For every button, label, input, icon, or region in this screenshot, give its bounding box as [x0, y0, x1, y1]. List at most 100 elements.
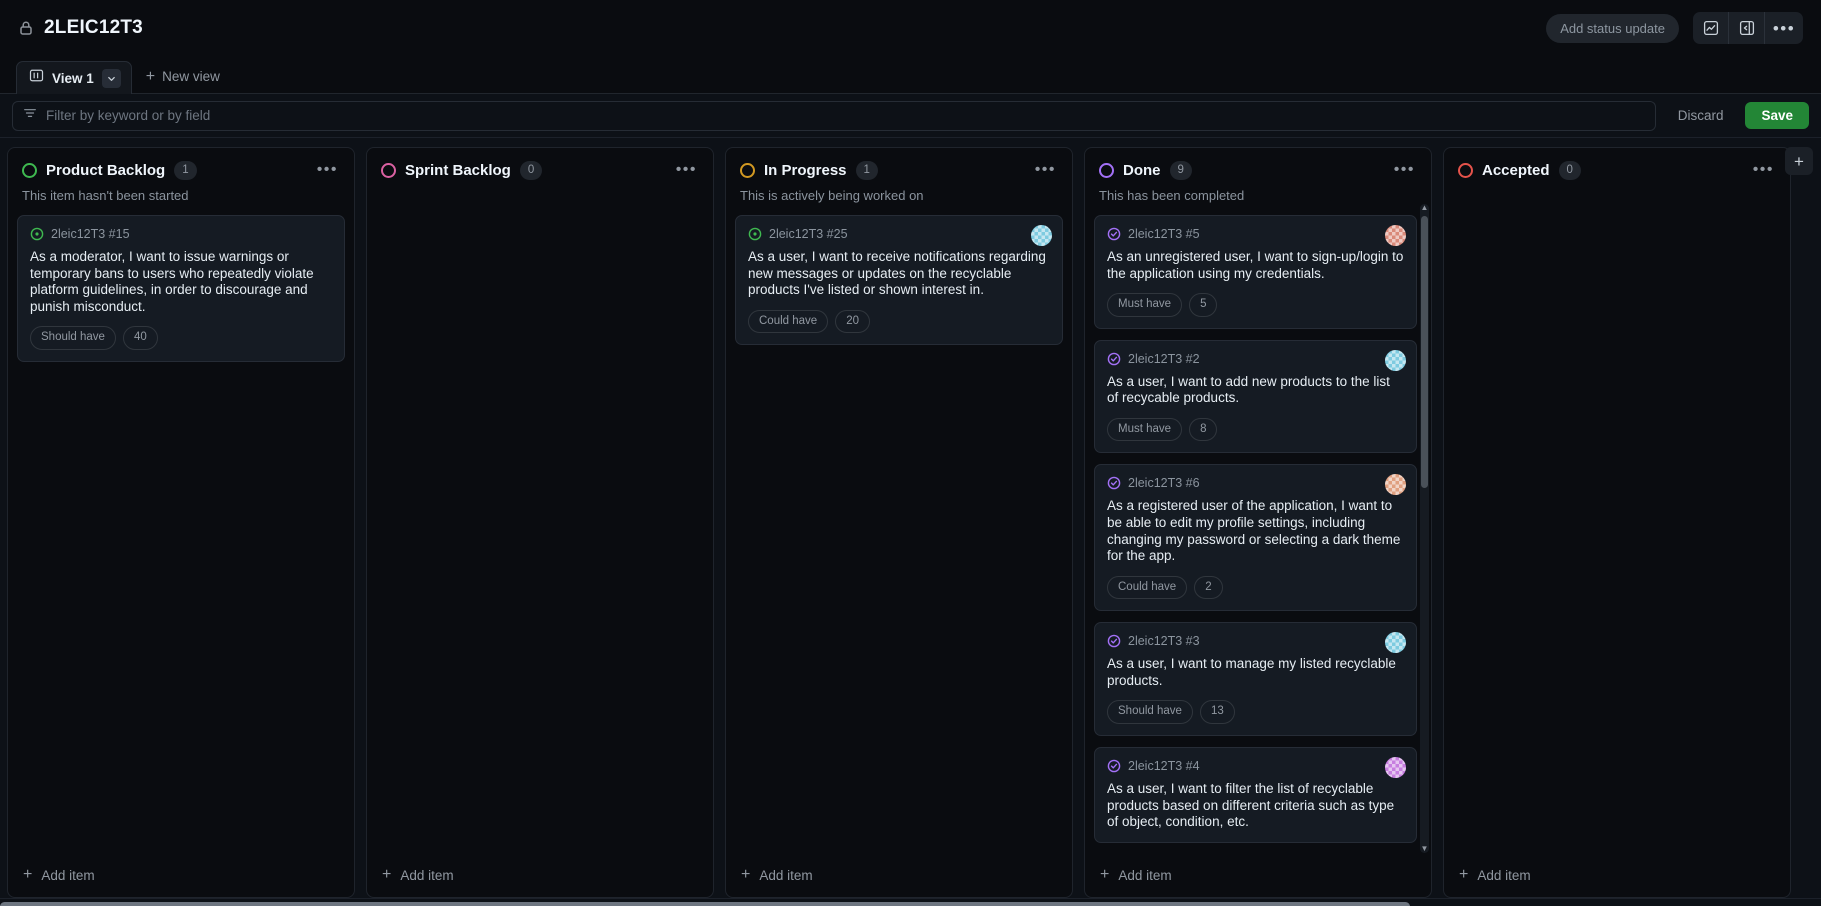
status-circle-icon: [1099, 162, 1114, 178]
save-button[interactable]: Save: [1745, 102, 1809, 129]
kanban-board: Product Backlog 1 ••• This item hasn't been…: [0, 138, 1821, 898]
column-header: Product Backlog 1 ••• This item hasn't been…: [8, 148, 354, 204]
add-item-button[interactable]: + Add item: [726, 853, 1072, 897]
board-card[interactable]: 2leic12T3 #6 As a registered user of the …: [1094, 464, 1417, 612]
avatar[interactable]: [1385, 756, 1406, 778]
tab-view-1[interactable]: View 1: [16, 61, 132, 94]
points-pill: 8: [1189, 417, 1218, 442]
card-header: 2leic12T3 #25: [748, 227, 1050, 241]
priority-pill: Must have: [1107, 293, 1183, 317]
kebab-glyph: •••: [1772, 18, 1796, 38]
avatar[interactable]: [1385, 474, 1406, 496]
issue-open-icon: [30, 227, 44, 241]
column-header: In Progress 1 ••• This is actively being wo…: [726, 148, 1072, 204]
card-header: 2leic12T3 #4: [1107, 759, 1404, 773]
status-circle-icon: [740, 162, 755, 178]
horizontal-scrollbar-thumb[interactable]: [0, 902, 1410, 906]
column-header: Sprint Backlog 0 •••: [367, 148, 713, 180]
board-card[interactable]: 2leic12T3 #4 As a user, I want to filter …: [1094, 746, 1417, 843]
add-column-button[interactable]: +: [1785, 147, 1813, 175]
column-menu-icon[interactable]: •••: [1033, 162, 1058, 178]
avatar[interactable]: [1031, 224, 1052, 246]
avatar[interactable]: [1385, 632, 1406, 654]
filter-bar: Discard Save: [0, 94, 1821, 138]
add-item-button[interactable]: + Add item: [8, 853, 354, 897]
plus-icon: +: [1100, 866, 1110, 883]
scroll-up-arrow-icon[interactable]: ▲: [1420, 204, 1429, 213]
column-title: In Progress: [764, 161, 847, 179]
plus-icon: +: [23, 866, 33, 883]
add-item-button[interactable]: + Add item: [1444, 853, 1790, 897]
add-item-label: Add item: [1118, 867, 1172, 883]
column-menu-icon[interactable]: •••: [315, 162, 340, 178]
card-reference: 2leic12T3 #6: [1128, 476, 1200, 491]
kebab-menu-icon[interactable]: •••: [1765, 12, 1803, 44]
insights-chart-icon[interactable]: [1693, 12, 1729, 44]
lock-icon: [18, 19, 34, 37]
board-column: Done 9 ••• This has been completed 2leic12T3…: [1084, 147, 1432, 898]
column-count-badge: 9: [1169, 161, 1192, 180]
column-title: Accepted: [1482, 161, 1550, 179]
column-header: Done 9 ••• This has been completed: [1085, 148, 1431, 204]
plus-icon: +: [741, 866, 751, 883]
card-field-pills: Could have 20: [748, 309, 1050, 334]
column-count-badge: 0: [1558, 161, 1581, 180]
add-item-button[interactable]: + Add item: [1085, 853, 1431, 897]
chevron-down-icon[interactable]: [101, 68, 121, 88]
column-scrollbar[interactable]: ▲ ▼: [1420, 203, 1429, 853]
column-title: Product Backlog: [46, 161, 166, 179]
column-count-badge: 1: [174, 161, 197, 180]
new-view-label: New view: [162, 69, 220, 84]
board-card[interactable]: 2leic12T3 #2 As a user, I want to add new…: [1094, 339, 1417, 454]
card-field-pills: Must have 8: [1107, 417, 1404, 442]
column-card-list: [1444, 180, 1790, 853]
column-menu-icon[interactable]: •••: [674, 162, 699, 178]
column-header-row: Done 9 •••: [1099, 161, 1417, 180]
search-input[interactable]: [46, 108, 1645, 123]
column-description: This has been completed: [1099, 187, 1245, 203]
add-status-update-button[interactable]: Add status update: [1546, 13, 1679, 43]
points-pill: 5: [1189, 293, 1218, 317]
add-item-label: Add item: [400, 867, 454, 883]
avatar[interactable]: [1385, 224, 1406, 246]
card-header: 2leic12T3 #2: [1107, 352, 1404, 366]
card-header: 2leic12T3 #15: [30, 227, 332, 241]
issue-closed-icon: [1107, 476, 1121, 490]
card-title: As a registered user of the application,…: [1107, 498, 1401, 564]
column-card-list: 2leic12T3 #25 As a user, I want to receiv…: [726, 204, 1072, 853]
page-title: 2LEIC12T3: [44, 17, 143, 38]
status-circle-icon: [22, 162, 37, 178]
status-circle-icon: [1458, 162, 1473, 178]
board-column: Product Backlog 1 ••• This item hasn't been…: [7, 147, 355, 898]
discard-button[interactable]: Discard: [1666, 102, 1736, 129]
column-menu-icon[interactable]: •••: [1392, 162, 1417, 178]
scroll-down-arrow-icon[interactable]: ▼: [1420, 844, 1429, 853]
header-icon-group: •••: [1693, 12, 1803, 44]
view-tab-strip: View 1 + New view: [0, 56, 1821, 94]
avatar[interactable]: [1385, 349, 1406, 371]
horizontal-scrollbar[interactable]: [0, 898, 1821, 906]
board-view-icon: [29, 68, 44, 88]
card-reference: 2leic12T3 #25: [769, 226, 848, 241]
column-card-list: 2leic12T3 #15 As a moderator, I want to i…: [8, 204, 354, 853]
board-card[interactable]: 2leic12T3 #25 As a user, I want to receiv…: [735, 214, 1063, 346]
column-menu-icon[interactable]: •••: [1751, 162, 1776, 178]
board-card[interactable]: 2leic12T3 #3 As a user, I want to manage …: [1094, 622, 1417, 736]
card-title: As an unregistered user, I want to sign-…: [1107, 248, 1404, 281]
card-reference: 2leic12T3 #5: [1128, 226, 1200, 241]
card-header: 2leic12T3 #6: [1107, 476, 1404, 490]
sidebar-expand-icon[interactable]: [1729, 12, 1765, 44]
board-card[interactable]: 2leic12T3 #15 As a moderator, I want to i…: [17, 214, 345, 362]
add-item-button[interactable]: + Add item: [367, 853, 713, 897]
card-reference: 2leic12T3 #3: [1128, 634, 1200, 649]
issue-closed-icon: [1107, 634, 1121, 648]
column-scrollbar-thumb[interactable]: [1421, 215, 1428, 488]
card-reference: 2leic12T3 #4: [1128, 758, 1200, 773]
card-field-pills: Should have 13: [1107, 700, 1404, 724]
board-card[interactable]: 2leic12T3 #5 As an unregistered user, I w…: [1094, 214, 1417, 329]
add-item-label: Add item: [41, 867, 95, 883]
filter-field[interactable]: [12, 100, 1656, 131]
column-title: Sprint Backlog: [405, 161, 511, 179]
new-view-button[interactable]: + New view: [132, 60, 234, 93]
issue-open-icon: [748, 227, 762, 241]
